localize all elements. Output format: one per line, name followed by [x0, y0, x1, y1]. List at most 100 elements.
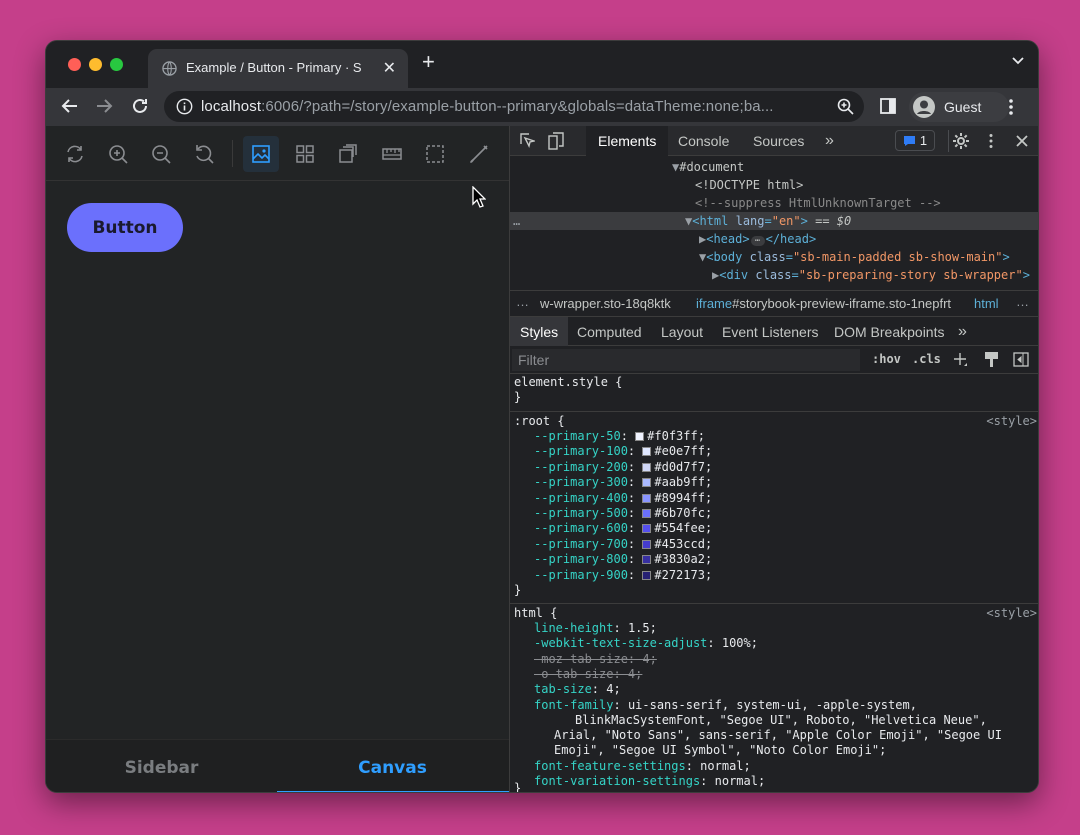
- element-style-selector[interactable]: element.style {: [514, 375, 622, 390]
- brush-icon[interactable]: [468, 143, 490, 165]
- tab-console[interactable]: Console: [666, 126, 741, 156]
- css-variable-line[interactable]: --primary-500: #6b70fc;: [534, 506, 712, 521]
- css-property-line[interactable]: font-feature-settings: normal;: [534, 759, 751, 774]
- chevron-down-icon[interactable]: [1012, 57, 1024, 65]
- dom-node-div[interactable]: ▶<div class="sb-preparing-story sb-wrapp…: [712, 266, 1030, 284]
- css-variable-line[interactable]: --primary-50: #f0f3ff;: [534, 429, 705, 444]
- dom-node-head[interactable]: ▶<head> ⋯ </head>: [699, 230, 816, 248]
- color-swatch[interactable]: [642, 509, 652, 518]
- reload-icon[interactable]: [130, 96, 150, 116]
- background-icon[interactable]: [250, 143, 272, 165]
- browser-tab[interactable]: Example / Button - Primary · S ✕: [148, 49, 408, 88]
- inspect-element-icon[interactable]: [519, 133, 535, 149]
- tab-dom-breakpoints[interactable]: DOM Breakpoints: [824, 317, 954, 346]
- breadcrumb-wrapper[interactable]: w-wrapper.sto-18q8ktk: [540, 296, 671, 311]
- dom-node-body[interactable]: ▼<body class="sb-main-padded sb-show-mai…: [699, 248, 1010, 266]
- paint-icon[interactable]: [984, 351, 999, 368]
- cls-toggle[interactable]: .cls: [912, 352, 941, 366]
- css-variable-line[interactable]: --primary-300: #aab9ff;: [534, 475, 712, 490]
- more-style-tabs-icon[interactable]: »: [948, 317, 977, 346]
- back-arrow-icon[interactable]: [60, 96, 80, 116]
- color-swatch[interactable]: [635, 432, 645, 441]
- css-variable-line[interactable]: --primary-800: #3830a2;: [534, 552, 712, 567]
- root-selector[interactable]: :root {: [514, 414, 565, 429]
- color-swatch[interactable]: [642, 555, 652, 565]
- breadcrumb-iframe[interactable]: iframe#storybook-preview-iframe.sto-1nep…: [696, 296, 951, 311]
- css-value-continuation[interactable]: Emoji", "Segoe UI Symbol", "Noto Color E…: [554, 743, 886, 758]
- primary-button[interactable]: Button: [67, 203, 183, 252]
- css-property-line[interactable]: tab-size: 4;: [534, 682, 621, 697]
- breadcrumb-overflow[interactable]: …: [516, 294, 529, 309]
- device-toolbar-icon[interactable]: [548, 132, 564, 150]
- css-property-line[interactable]: -moz-tab-size: 4;: [534, 652, 657, 667]
- minimize-window-button[interactable]: [89, 58, 102, 71]
- filter-input[interactable]: Filter: [512, 349, 860, 371]
- zoom-in-icon[interactable]: [107, 143, 129, 165]
- css-variable-line[interactable]: --primary-900: #272173;: [534, 568, 712, 583]
- close-icon[interactable]: [1016, 135, 1028, 147]
- zoom-reset-icon[interactable]: [193, 143, 215, 165]
- css-property-line[interactable]: line-height: 1.5;: [534, 621, 657, 636]
- color-swatch[interactable]: [642, 478, 652, 488]
- breadcrumb-html[interactable]: html: [974, 296, 999, 311]
- profile-button[interactable]: Guest: [909, 92, 1009, 122]
- ellipsis-icon[interactable]: ⋯: [750, 236, 765, 246]
- forward-arrow-icon[interactable]: [94, 96, 114, 116]
- zoom-icon[interactable]: [837, 98, 854, 115]
- new-rule-icon[interactable]: [954, 352, 968, 368]
- dom-node-document[interactable]: ▼#document: [672, 158, 744, 176]
- dom-node-html-selected[interactable]: … ▼<html lang="en"> == $0: [510, 212, 1038, 230]
- html-selector[interactable]: html {: [514, 606, 557, 621]
- tab-layout[interactable]: Layout: [651, 317, 713, 346]
- css-property-line[interactable]: -o-tab-size: 4;: [534, 667, 642, 682]
- css-property-line[interactable]: -webkit-text-size-adjust: 100%;: [534, 636, 758, 651]
- new-tab-button[interactable]: +: [422, 51, 435, 73]
- grid-icon[interactable]: [294, 143, 316, 165]
- maximize-window-button[interactable]: [110, 58, 123, 71]
- tab-sidebar[interactable]: Sidebar: [46, 740, 277, 792]
- color-swatch[interactable]: [642, 539, 652, 549]
- devtools-menu-icon[interactable]: [988, 133, 994, 149]
- ruler-icon[interactable]: [381, 143, 403, 165]
- root-source-link[interactable]: <style>: [986, 414, 1037, 428]
- css-property-line[interactable]: font-family: ui-sans-serif, system-ui, -…: [534, 698, 917, 713]
- css-variable-line[interactable]: --primary-400: #8994ff;: [534, 491, 712, 506]
- color-swatch[interactable]: [642, 462, 652, 472]
- css-variable-line[interactable]: --primary-600: #554fee;: [534, 521, 712, 536]
- css-value-continuation[interactable]: BlinkMacSystemFont, "Segoe UI", Roboto, …: [575, 713, 987, 728]
- gear-icon[interactable]: [952, 132, 970, 150]
- css-value-continuation[interactable]: Arial, "Noto Sans", sans-serif, "Apple C…: [554, 728, 1002, 743]
- breadcrumb-overflow-right[interactable]: …: [1016, 294, 1029, 309]
- css-property-line[interactable]: font-variation-settings: normal;: [534, 774, 765, 789]
- color-swatch[interactable]: [642, 493, 652, 503]
- address-bar[interactable]: localhost:6006/?path=/story/example-butt…: [164, 91, 864, 122]
- more-tabs-icon[interactable]: »: [813, 126, 846, 156]
- tab-elements[interactable]: Elements: [586, 126, 669, 156]
- css-variable-line[interactable]: --primary-200: #d0d7f7;: [534, 460, 712, 475]
- issues-badge[interactable]: 1: [895, 130, 935, 151]
- reload-icon[interactable]: [64, 143, 86, 165]
- color-swatch[interactable]: [642, 447, 652, 457]
- css-variable-line[interactable]: --primary-700: #453ccd;: [534, 537, 712, 552]
- tab-sources[interactable]: Sources: [741, 126, 816, 156]
- tab-styles[interactable]: Styles: [510, 317, 569, 346]
- close-window-button[interactable]: [68, 58, 81, 71]
- outline-icon[interactable]: [424, 143, 446, 165]
- viewport-icon[interactable]: [337, 143, 359, 165]
- dom-node-comment[interactable]: <!--suppress HtmlUnknownTarget -->: [695, 194, 941, 212]
- tab-computed[interactable]: Computed: [567, 317, 652, 346]
- toggle-sidebar-icon[interactable]: [1013, 352, 1029, 367]
- tab-canvas[interactable]: Canvas: [277, 740, 508, 792]
- close-tab-icon[interactable]: ✕: [383, 58, 396, 78]
- menu-icon[interactable]: [1008, 98, 1014, 116]
- hov-toggle[interactable]: :hov: [872, 352, 901, 366]
- html-source-link[interactable]: <style>: [986, 606, 1037, 620]
- tab-event-listeners[interactable]: Event Listeners: [712, 317, 829, 346]
- side-panel-icon[interactable]: [880, 98, 896, 114]
- site-info-icon[interactable]: [176, 98, 193, 115]
- color-swatch[interactable]: [642, 524, 652, 534]
- color-swatch[interactable]: [642, 570, 652, 580]
- css-variable-line[interactable]: --primary-100: #e0e7ff;: [534, 444, 712, 459]
- dom-node-doctype[interactable]: <!DOCTYPE html>: [695, 176, 803, 194]
- zoom-out-icon[interactable]: [150, 143, 172, 165]
